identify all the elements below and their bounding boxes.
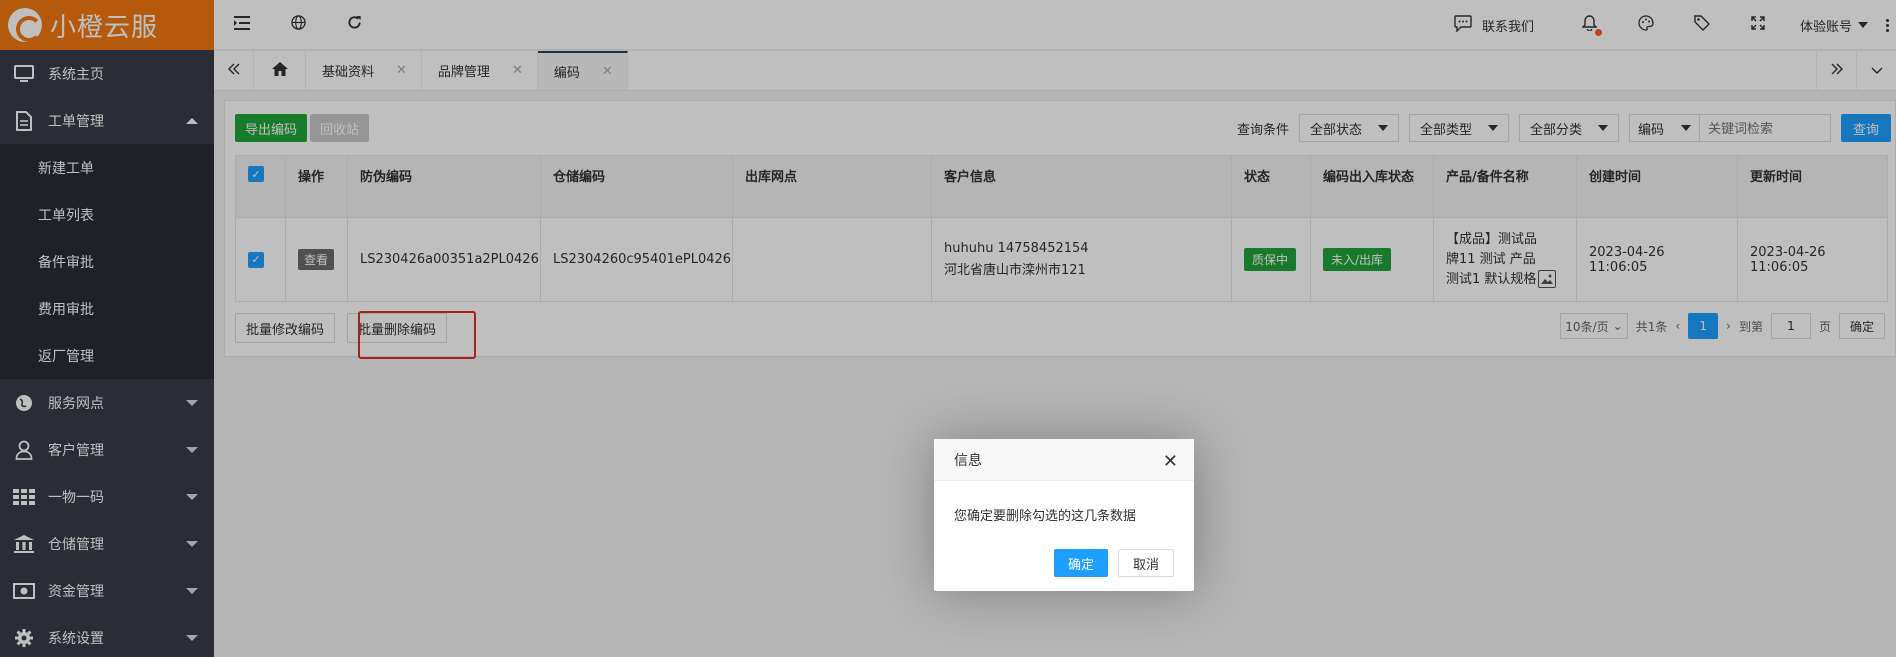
dialog-title: 信息 [954, 452, 982, 469]
confirm-button[interactable]: 确定 [1053, 549, 1108, 577]
cancel-button[interactable]: 取消 [1117, 549, 1174, 577]
dialog-buttons: 确定 取消 [1053, 549, 1174, 577]
dialog-title-bar: 信息 ✕ [934, 439, 1194, 481]
confirm-dialog: 信息 ✕ 您确定要删除勾选的这几条数据 确定 取消 [934, 439, 1194, 591]
dialog-message: 您确定要删除勾选的这几条数据 [954, 509, 1137, 524]
close-icon[interactable]: ✕ [1163, 451, 1178, 472]
